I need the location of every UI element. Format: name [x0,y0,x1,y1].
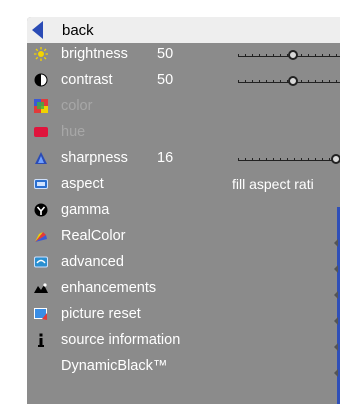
advanced-icon [34,255,48,269]
menu-item-label: RealColor [61,228,126,244]
menu-item-brightness[interactable]: brightness 50 [27,43,340,67]
sharpness-value: 16 [157,150,174,166]
back-label: back [62,22,94,39]
realcolor-icon [34,229,48,243]
menu-item-realcolor[interactable]: RealColor [27,225,340,249]
menu-item-label: contrast [61,72,113,88]
menu-item-advanced[interactable]: advanced [27,251,340,275]
menu-item-color[interactable]: color [27,95,340,119]
gamma-icon [34,203,48,217]
sharpness-slider[interactable] [238,151,340,167]
slider-knob[interactable] [288,50,298,60]
sun-icon [34,47,48,61]
sharpness-icon [34,151,48,165]
menu-item-label: picture reset [61,306,141,322]
brightness-slider[interactable] [238,47,340,63]
slider-knob[interactable] [288,76,298,86]
submenu-arrow-icon [334,369,338,377]
menu-item-label: enhancements [61,280,157,296]
aspect-option-value: fill aspect rati [232,176,314,192]
menu-item-label: advanced [61,254,124,270]
slider-knob[interactable] [330,154,340,164]
contrast-slider[interactable] [238,73,340,89]
menu-item-label: gamma [61,202,110,218]
contrast-value: 50 [157,72,174,88]
submenu-arrow-icon [334,343,338,351]
submenu-arrow-icon [334,291,338,299]
menu-item-aspect[interactable]: aspect fill aspect rati [27,173,340,197]
menu-item-label: DynamicBlack™ [61,358,168,374]
menu-item-label: sharpness [61,150,128,166]
menu-item-label: source information [61,332,181,348]
menu-item-hue[interactable]: hue [27,121,340,145]
submenu-arrow-icon [334,317,338,325]
menu-item-gamma[interactable]: gamma [27,199,340,223]
menu-item-contrast[interactable]: contrast 50 [27,69,340,93]
menu-item-label: brightness [61,46,128,62]
contrast-icon [34,73,48,87]
submenu-arrow-icon [334,265,338,273]
menu-item-source-information[interactable]: source information [27,329,340,353]
menu-item-dynamicblack[interactable]: DynamicBlack™ [27,355,340,379]
menu-item-enhancements[interactable]: enhancements [27,277,340,301]
menu-item-label: color [61,98,93,114]
info-icon [34,333,48,347]
menu-item-picture-reset[interactable]: picture reset [27,303,340,327]
hue-icon [34,125,48,139]
back-arrow-icon [32,21,43,39]
brightness-value: 50 [157,46,174,62]
menu-item-sharpness[interactable]: sharpness 16 [27,147,340,171]
aspect-icon [34,177,48,191]
back-menu-item[interactable]: back [27,17,340,43]
enhancements-icon [34,281,48,295]
picture-reset-icon [34,307,48,321]
picture-menu-panel: back brightness 50 contrast 50 color hue… [27,17,340,404]
submenu-arrow-icon [334,239,338,247]
color-palette-icon [34,99,48,113]
menu-item-label: hue [61,124,86,140]
menu-item-label: aspect [61,176,104,192]
